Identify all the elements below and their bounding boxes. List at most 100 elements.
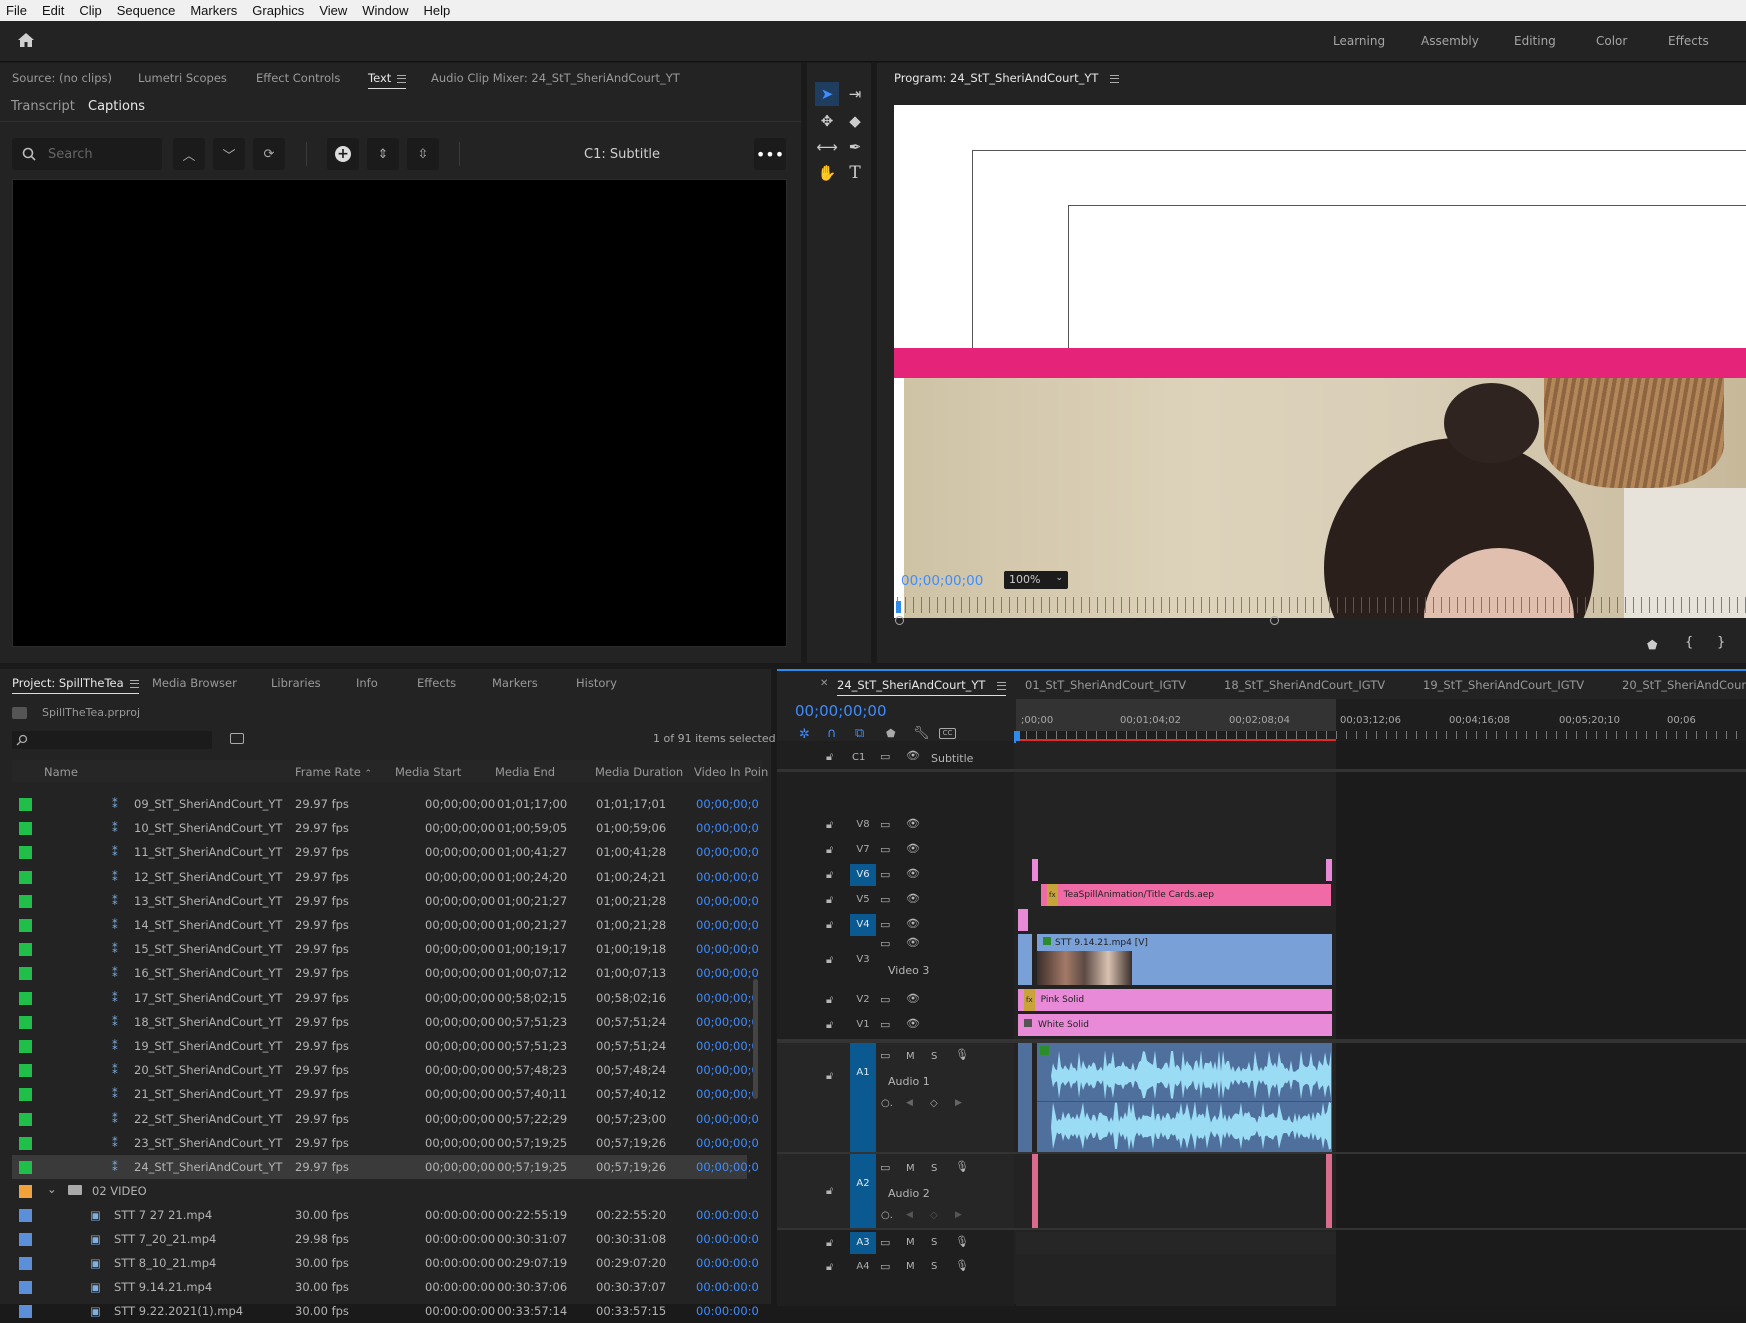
- ripple-edit-tool-icon[interactable]: ✥: [815, 109, 839, 133]
- lock-icon[interactable]: 🔓︎: [826, 750, 833, 764]
- label-color-swatch[interactable]: [19, 894, 32, 908]
- solo-button[interactable]: S: [931, 1051, 937, 1062]
- toggle-output-icon[interactable]: ▭: [880, 818, 890, 831]
- tab-lumetri-scopes[interactable]: Lumetri Scopes: [138, 71, 227, 85]
- tab-sequence-18[interactable]: 18_StT_SheriAndCourt_IGTV: [1224, 678, 1385, 692]
- sequence-row[interactable]: ⁑ 10_StT_SheriAndCourt_YT 29.97 fps 00;00;0…: [12, 816, 759, 840]
- search-field[interactable]: Search: [12, 138, 162, 170]
- eye-icon[interactable]: 👁︎: [906, 917, 920, 930]
- home-icon[interactable]: [16, 30, 36, 50]
- next-caption-button[interactable]: ﹀: [213, 138, 245, 170]
- sequence-row[interactable]: ⁑ 22_StT_SheriAndCourt_YT 29.97 fps 00;00;0…: [12, 1107, 759, 1131]
- microphone-icon[interactable]: 🎙︎: [955, 1160, 969, 1173]
- sequence-row[interactable]: ⁑ 20_StT_SheriAndCourt_YT 29.97 fps 00;00;0…: [12, 1058, 759, 1082]
- label-color-swatch[interactable]: [19, 1064, 32, 1078]
- label-color-swatch[interactable]: [19, 1112, 32, 1126]
- tab-markers[interactable]: Markers: [492, 676, 538, 690]
- v6-clip-edge-left[interactable]: [1032, 859, 1038, 881]
- v6-clip-edge-right[interactable]: [1326, 859, 1332, 881]
- lock-icon[interactable]: 🔓︎: [826, 893, 833, 907]
- a3-track-area[interactable]: [1016, 1232, 1336, 1254]
- solo-button[interactable]: S: [931, 1237, 937, 1248]
- zoom-handle-left[interactable]: [895, 616, 904, 625]
- track-target-a2[interactable]: A2: [850, 1154, 876, 1228]
- prev-keyframe-icon[interactable]: ◀: [906, 1098, 913, 1108]
- previous-caption-button[interactable]: ︿: [173, 138, 205, 170]
- zoom-handle-right[interactable]: [1270, 616, 1279, 625]
- v2-clip-pink-solid[interactable]: fx Pink Solid: [1018, 989, 1332, 1011]
- label-color-swatch[interactable]: [19, 1209, 32, 1223]
- add-marker-icon[interactable]: ⬟: [886, 727, 896, 740]
- tab-source[interactable]: Source: (no clips): [12, 71, 112, 85]
- mark-out-icon[interactable]: }: [1717, 635, 1725, 650]
- selection-tool-icon[interactable]: ➤: [815, 82, 839, 106]
- eye-icon[interactable]: 👁︎: [906, 992, 920, 1005]
- tab-effects[interactable]: Effects: [417, 676, 456, 690]
- clip-row[interactable]: ▣ STT 9.22.2021(1).mp4 30.00 fps 00:00:00:0…: [12, 1299, 759, 1323]
- v4-clip-edge[interactable]: [1018, 909, 1028, 931]
- eye-icon[interactable]: 👁︎: [906, 817, 920, 830]
- sequence-row[interactable]: ⁑ 23_StT_SheriAndCourt_YT 29.97 fps 00;00;0…: [12, 1131, 759, 1155]
- toggle-output-icon[interactable]: ▭: [880, 993, 890, 1006]
- zoom-select[interactable]: 100% ⌄: [1004, 571, 1068, 589]
- menu-sequence[interactable]: Sequence: [111, 3, 185, 18]
- v5-clip-title-cards[interactable]: fx TeaSpillAnimation/Title Cards.aep: [1041, 884, 1331, 906]
- pen-tool-icon[interactable]: ✒: [843, 135, 867, 159]
- column-video-in-point[interactable]: Video In Poin: [694, 765, 768, 779]
- tab-sequence-24[interactable]: 24_StT_SheriAndCourt_YT: [837, 678, 1007, 696]
- column-name[interactable]: Name: [44, 765, 78, 779]
- more-options-icon[interactable]: •••: [754, 138, 786, 170]
- track-target-v1[interactable]: V1: [850, 1014, 876, 1036]
- mute-button[interactable]: M: [906, 1051, 915, 1062]
- razor-tool-icon[interactable]: ◆: [843, 109, 867, 133]
- lock-icon[interactable]: 🔓︎: [826, 1236, 833, 1250]
- v1-clip-white-solid[interactable]: White Solid: [1018, 1014, 1332, 1036]
- lock-icon[interactable]: 🔓︎: [826, 1018, 833, 1032]
- label-color-swatch[interactable]: [19, 1040, 32, 1053]
- close-icon[interactable]: ✕: [820, 678, 828, 689]
- eye-icon[interactable]: 👁︎: [906, 1017, 920, 1030]
- eye-icon[interactable]: 👁︎: [906, 842, 920, 855]
- label-color-swatch[interactable]: [19, 798, 32, 811]
- toggle-output-icon[interactable]: ▭: [880, 843, 890, 856]
- label-color-swatch[interactable]: [19, 1257, 32, 1271]
- lock-icon[interactable]: 🔓︎: [826, 1184, 833, 1198]
- label-color-swatch[interactable]: [19, 991, 32, 1005]
- v3-clip-stt-video[interactable]: STT 9.14.21.mp4 [V]: [1037, 934, 1332, 985]
- v3-clip-left[interactable]: [1018, 934, 1032, 985]
- sequence-row[interactable]: ⁑ 11_StT_SheriAndCourt_YT 29.97 fps 00;00;0…: [12, 840, 759, 864]
- a1-clip-left[interactable]: [1018, 1043, 1032, 1152]
- linked-selection-icon[interactable]: ⧉: [855, 726, 864, 741]
- sequence-row[interactable]: ⁑ 24_StT_SheriAndCourt_YT 29.97 fps 00;00;0…: [12, 1155, 759, 1179]
- menu-window[interactable]: Window: [356, 3, 417, 18]
- lock-icon[interactable]: 🔓︎: [826, 1260, 833, 1274]
- mute-button[interactable]: M: [906, 1261, 915, 1272]
- workspace-color[interactable]: Color: [1596, 34, 1627, 48]
- column-media-duration[interactable]: Media Duration: [595, 765, 683, 779]
- panel-menu-icon[interactable]: [397, 74, 407, 83]
- track-target-v2[interactable]: V2: [850, 989, 876, 1011]
- track-target-v6[interactable]: V6: [850, 864, 876, 886]
- mark-in-icon[interactable]: {: [1685, 635, 1693, 650]
- label-color-swatch[interactable]: [19, 1185, 32, 1199]
- toggle-sync-icon[interactable]: ▭: [880, 1161, 890, 1174]
- sequence-row[interactable]: ⁑ 17_StT_SheriAndCourt_YT 29.97 fps 00;00;0…: [12, 986, 759, 1010]
- label-color-swatch[interactable]: [19, 822, 32, 836]
- vertical-scrollbar[interactable]: [753, 979, 758, 1099]
- keyframe-icon[interactable]: ○.: [881, 1210, 893, 1221]
- toggle-output-icon[interactable]: ▭: [880, 918, 890, 931]
- menu-markers[interactable]: Markers: [184, 3, 246, 18]
- track-target-v3[interactable]: V3: [850, 949, 876, 971]
- tab-history[interactable]: History: [576, 676, 617, 690]
- label-color-swatch[interactable]: [19, 1305, 32, 1319]
- label-color-swatch[interactable]: [19, 1281, 32, 1295]
- label-color-swatch[interactable]: [19, 870, 32, 884]
- track-target-v7[interactable]: V7: [850, 839, 876, 861]
- column-frame-rate[interactable]: Frame Rate ⌃: [295, 765, 372, 779]
- microphone-icon[interactable]: 🎙︎: [955, 1235, 969, 1248]
- track-target-v5[interactable]: V5: [850, 889, 876, 911]
- label-color-swatch[interactable]: [19, 919, 32, 932]
- menu-clip[interactable]: Clip: [73, 3, 110, 18]
- workspace-effects[interactable]: Effects: [1668, 34, 1709, 48]
- bin-row[interactable]: ⌄ 02 VIDEO: [12, 1179, 747, 1203]
